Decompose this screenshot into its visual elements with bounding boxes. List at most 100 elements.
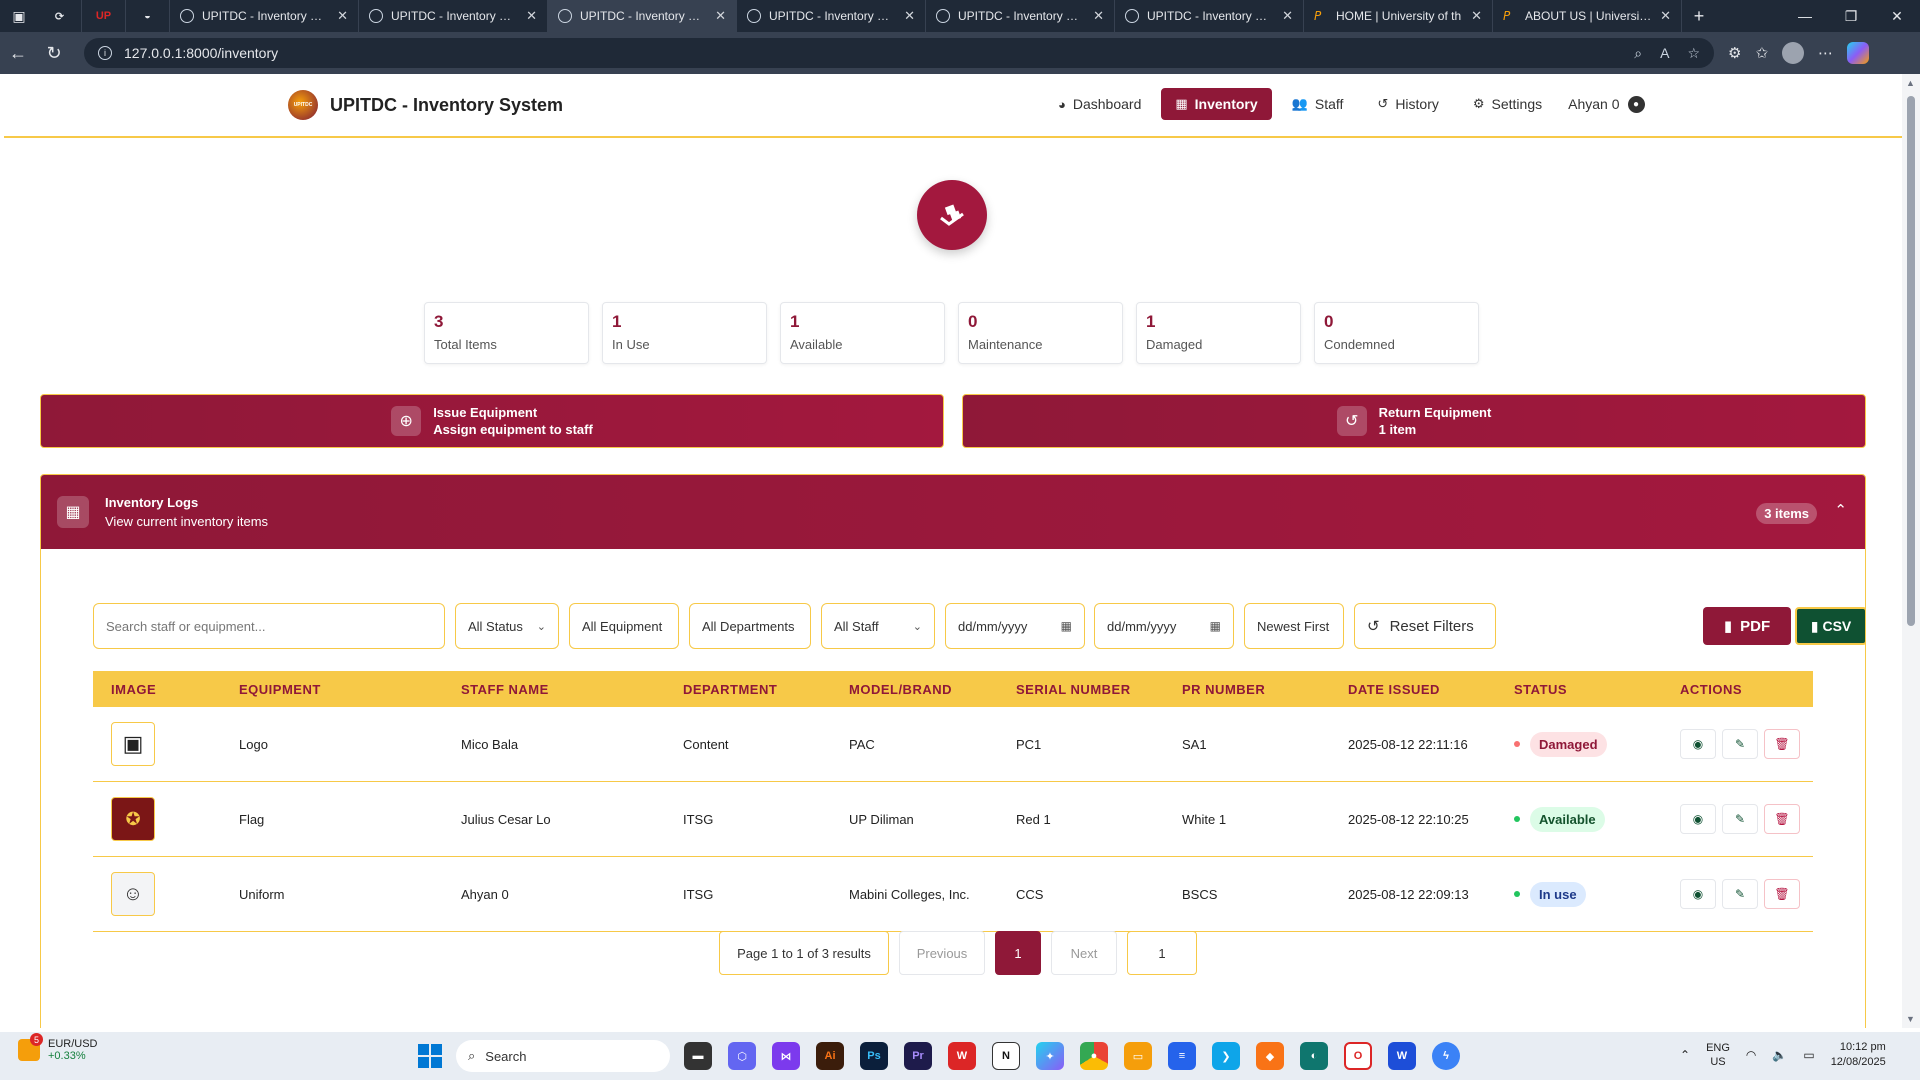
language-indicator[interactable]: ENG US bbox=[1706, 1041, 1730, 1069]
export-pdf-button[interactable]: ▮ PDF bbox=[1703, 607, 1791, 645]
page-1-button[interactable]: 1 bbox=[995, 931, 1041, 975]
edit-icon[interactable]: ✎ bbox=[1722, 804, 1758, 834]
nav-dashboard[interactable]: ◕ Dashboard bbox=[1044, 88, 1155, 120]
zoom-icon[interactable]: ⌕ bbox=[1634, 45, 1642, 62]
more-icon[interactable]: ⋯ bbox=[1818, 44, 1833, 62]
edge-icon[interactable]: ◐ bbox=[1300, 1042, 1328, 1070]
close-icon[interactable]: ✕ bbox=[1282, 8, 1293, 24]
copilot-icon[interactable] bbox=[1847, 42, 1870, 64]
clock[interactable]: 10:12 pm 12/08/2025 bbox=[1831, 1040, 1886, 1070]
browser-tab[interactable]: 𝘗 HOME | University of th ✕ bbox=[1304, 0, 1493, 32]
chevron-up-icon[interactable]: ⌃ bbox=[1834, 501, 1847, 519]
reload-icon[interactable]: ↻ bbox=[36, 35, 72, 71]
chrome-icon[interactable]: ● bbox=[1080, 1042, 1108, 1070]
brave-icon[interactable]: ◆ bbox=[1256, 1042, 1284, 1070]
view-eye-icon[interactable]: ◉ bbox=[1680, 879, 1716, 909]
user-menu[interactable]: Ahyan 0 ● bbox=[1568, 95, 1645, 113]
windows-start-icon[interactable] bbox=[418, 1044, 442, 1068]
battery-icon[interactable]: ▭ bbox=[1803, 1048, 1814, 1062]
chevron-up-icon[interactable]: ⌃ bbox=[1680, 1048, 1690, 1062]
staff-filter-select[interactable]: All Staff ⌄ bbox=[821, 603, 935, 649]
copilot-app-icon[interactable]: ✦ bbox=[1036, 1042, 1064, 1070]
browser-tab[interactable]: UPITDC - Inventory Syst ✕ bbox=[926, 0, 1115, 32]
close-icon[interactable]: ✕ bbox=[1660, 8, 1671, 24]
profile-avatar[interactable] bbox=[1782, 42, 1805, 64]
department-filter-select[interactable]: All Departments bbox=[689, 603, 811, 649]
nav-staff[interactable]: 👥 Staff bbox=[1278, 88, 1358, 120]
browser-tab[interactable]: UPITDC - Inventory Syst ✕ bbox=[359, 0, 548, 32]
status-filter-select[interactable]: All Status ⌄ bbox=[455, 603, 559, 649]
read-aloud-icon[interactable]: A bbox=[1660, 45, 1669, 61]
pinned-tab-1[interactable]: ⟳ bbox=[38, 0, 82, 32]
page-jump-input[interactable]: 1 bbox=[1127, 931, 1197, 975]
edit-icon[interactable]: ✎ bbox=[1722, 729, 1758, 759]
delete-trash-icon[interactable]: 🗑 bbox=[1764, 729, 1800, 759]
calendar-icon[interactable]: ▦ bbox=[1210, 619, 1221, 633]
premiere-icon[interactable]: Pr bbox=[904, 1042, 932, 1070]
previous-page-button[interactable]: Previous bbox=[899, 931, 985, 975]
vscode-icon[interactable]: ❯ bbox=[1212, 1042, 1240, 1070]
wifi-icon[interactable]: ◠ bbox=[1746, 1048, 1756, 1062]
file-explorer-icon[interactable]: ▭ bbox=[1124, 1042, 1152, 1070]
equipment-image[interactable]: ✪ bbox=[111, 797, 155, 841]
app-hexagon-icon[interactable]: ⬡ bbox=[728, 1042, 756, 1070]
minimize-icon[interactable]: — bbox=[1782, 0, 1828, 32]
close-icon[interactable]: ✕ bbox=[904, 8, 915, 24]
word-icon[interactable]: W bbox=[1388, 1042, 1416, 1070]
terminal-app-icon[interactable]: ▬ bbox=[684, 1042, 712, 1070]
browser-tab[interactable]: UPITDC - Inventory Syst ✕ bbox=[170, 0, 359, 32]
photoshop-icon[interactable]: Ps bbox=[860, 1042, 888, 1070]
notion-icon[interactable]: N bbox=[992, 1042, 1020, 1070]
address-bar[interactable]: i 127.0.0.1:8000/inventory ⌕ A ☆ bbox=[84, 38, 1714, 68]
close-icon[interactable]: ✕ bbox=[715, 8, 726, 24]
delete-trash-icon[interactable]: 🗑 bbox=[1764, 879, 1800, 909]
opera-icon[interactable]: O bbox=[1344, 1042, 1372, 1070]
equipment-image[interactable]: ▣ bbox=[111, 722, 155, 766]
delete-trash-icon[interactable]: 🗑 bbox=[1764, 804, 1800, 834]
issue-equipment-button[interactable]: ⊕ Issue Equipment Assign equipment to st… bbox=[40, 394, 944, 448]
scroll-down-icon[interactable]: ▼ bbox=[1906, 1014, 1915, 1024]
view-eye-icon[interactable]: ◉ bbox=[1680, 804, 1716, 834]
volume-icon[interactable]: 🔈 bbox=[1772, 1048, 1787, 1062]
messenger-icon[interactable]: ϟ bbox=[1432, 1042, 1460, 1070]
browser-tab-active[interactable]: UPITDC - Inventory Syst ✕ bbox=[548, 0, 737, 32]
inventory-logs-header[interactable]: ▦ Inventory Logs View current inventory … bbox=[41, 475, 1865, 549]
taskbar-search[interactable]: ⌕ Search bbox=[456, 1040, 670, 1072]
pinned-tab-3[interactable]: ◒ bbox=[126, 0, 170, 32]
return-equipment-button[interactable]: ↺ Return Equipment 1 item bbox=[962, 394, 1866, 448]
extensions-icon[interactable]: ⚙ bbox=[1728, 44, 1741, 62]
date-from-input[interactable]: dd/mm/yyyy ▦ bbox=[945, 603, 1085, 649]
close-icon[interactable]: ✕ bbox=[1471, 8, 1482, 24]
close-icon[interactable]: ✕ bbox=[337, 8, 348, 24]
export-csv-button[interactable]: ▮ CSV bbox=[1795, 607, 1865, 645]
new-tab-button[interactable]: + bbox=[1682, 6, 1716, 27]
sort-select[interactable]: Newest First bbox=[1244, 603, 1344, 649]
restore-icon[interactable]: ❐ bbox=[1828, 0, 1874, 32]
stock-widget[interactable]: 5 EUR/USD +0.33% bbox=[18, 1033, 98, 1062]
info-icon[interactable]: i bbox=[98, 46, 112, 60]
url-text[interactable]: 127.0.0.1:8000/inventory bbox=[124, 45, 1616, 61]
brand[interactable]: UPITDC UPITDC - Inventory System bbox=[288, 90, 563, 120]
browser-tab[interactable]: 𝘗 ABOUT US | University o ✕ bbox=[1493, 0, 1682, 32]
date-to-input[interactable]: dd/mm/yyyy ▦ bbox=[1094, 603, 1234, 649]
view-eye-icon[interactable]: ◉ bbox=[1680, 729, 1716, 759]
window-menu-icon[interactable]: ▣ bbox=[0, 0, 38, 32]
nav-inventory[interactable]: ▦ Inventory bbox=[1161, 88, 1272, 120]
calendar-icon[interactable]: ▦ bbox=[1061, 619, 1072, 633]
visual-studio-icon[interactable]: ⋈ bbox=[772, 1042, 800, 1070]
notes-app-icon[interactable]: ≡ bbox=[1168, 1042, 1196, 1070]
scrollbar-thumb[interactable] bbox=[1907, 96, 1915, 626]
close-icon[interactable]: ✕ bbox=[1093, 8, 1104, 24]
browser-tab[interactable]: UPITDC - Inventory Syst ✕ bbox=[737, 0, 926, 32]
page-scrollbar[interactable]: ▲ ▼ bbox=[1902, 74, 1920, 1028]
close-window-icon[interactable]: ✕ bbox=[1874, 0, 1920, 32]
favorite-star-icon[interactable]: ☆ bbox=[1687, 45, 1700, 62]
illustrator-icon[interactable]: Ai bbox=[816, 1042, 844, 1070]
edit-icon[interactable]: ✎ bbox=[1722, 879, 1758, 909]
nav-settings[interactable]: ⚙ Settings bbox=[1459, 88, 1556, 120]
scroll-up-icon[interactable]: ▲ bbox=[1906, 78, 1915, 88]
equipment-image[interactable]: ☺ bbox=[111, 872, 155, 916]
favorites-icon[interactable]: ✩ bbox=[1755, 44, 1768, 62]
pinned-tab-2[interactable]: UP bbox=[82, 0, 126, 32]
back-icon[interactable]: ← bbox=[0, 35, 36, 71]
